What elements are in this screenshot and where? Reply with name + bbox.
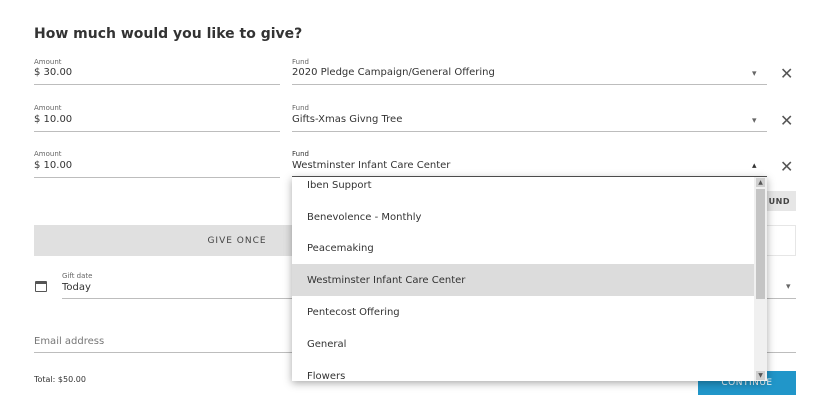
select-underline [767,298,796,299]
amount-field[interactable]: $ 10.00 [34,160,72,171]
scrollbar-thumb[interactable] [756,189,765,299]
fund-dropdown-menu: Iben Support Benevolence - Monthly Peace… [292,177,767,381]
amount-field[interactable]: $ 10.00 [34,114,72,125]
total-text: Total: $50.00 [34,375,86,384]
amount-label: Amount [34,150,62,158]
fund-select[interactable]: Gifts-Xmas Givng Tree [292,114,402,125]
dropdown-option[interactable]: Pentecost Offering [292,296,754,328]
chevron-up-icon[interactable]: ▴ [752,161,757,171]
fund-label: Fund [292,104,309,112]
scroll-up-icon[interactable]: ▲ [756,178,765,187]
dropdown-option[interactable]: Peacemaking [292,232,754,264]
close-icon[interactable]: ✕ [780,159,793,175]
fund-select[interactable]: Westminster Infant Care Center [292,160,450,171]
amount-underline [34,84,280,85]
chevron-down-icon[interactable]: ▾ [752,69,757,79]
dropdown-option[interactable]: Benevolence - Monthly [292,201,754,233]
amount-underline [34,177,280,178]
calendar-icon[interactable] [35,281,47,292]
dropdown-scrollbar[interactable]: ▲ ▼ [754,177,767,381]
amount-label: Amount [34,58,62,66]
gift-date-underline [62,298,292,299]
page-title: How much would you like to give? [34,26,303,42]
gift-date-field[interactable]: Today [62,282,91,293]
gift-date-label: Gift date [62,272,93,280]
fund-underline [292,84,767,85]
dropdown-option[interactable]: Iben Support [292,177,754,201]
chevron-down-icon[interactable]: ▾ [752,116,757,126]
fund-label: Fund [292,150,309,158]
amount-field[interactable]: $ 30.00 [34,67,72,78]
fund-label: Fund [292,58,309,66]
fund-select[interactable]: 2020 Pledge Campaign/General Offering [292,67,495,78]
dropdown-option-selected[interactable]: Westminster Infant Care Center [292,264,754,296]
amount-label: Amount [34,104,62,112]
email-field[interactable]: Email address [34,336,104,347]
dropdown-option[interactable]: General [292,328,754,360]
dropdown-option[interactable]: Flowers [292,360,754,382]
scroll-down-icon[interactable]: ▼ [756,371,765,380]
amount-underline [34,131,280,132]
fund-underline [292,131,767,132]
email-underline [34,352,292,353]
field-underline [767,352,796,353]
close-icon[interactable]: ✕ [780,66,793,82]
chevron-down-icon[interactable]: ▾ [786,282,791,292]
close-icon[interactable]: ✕ [780,113,793,129]
